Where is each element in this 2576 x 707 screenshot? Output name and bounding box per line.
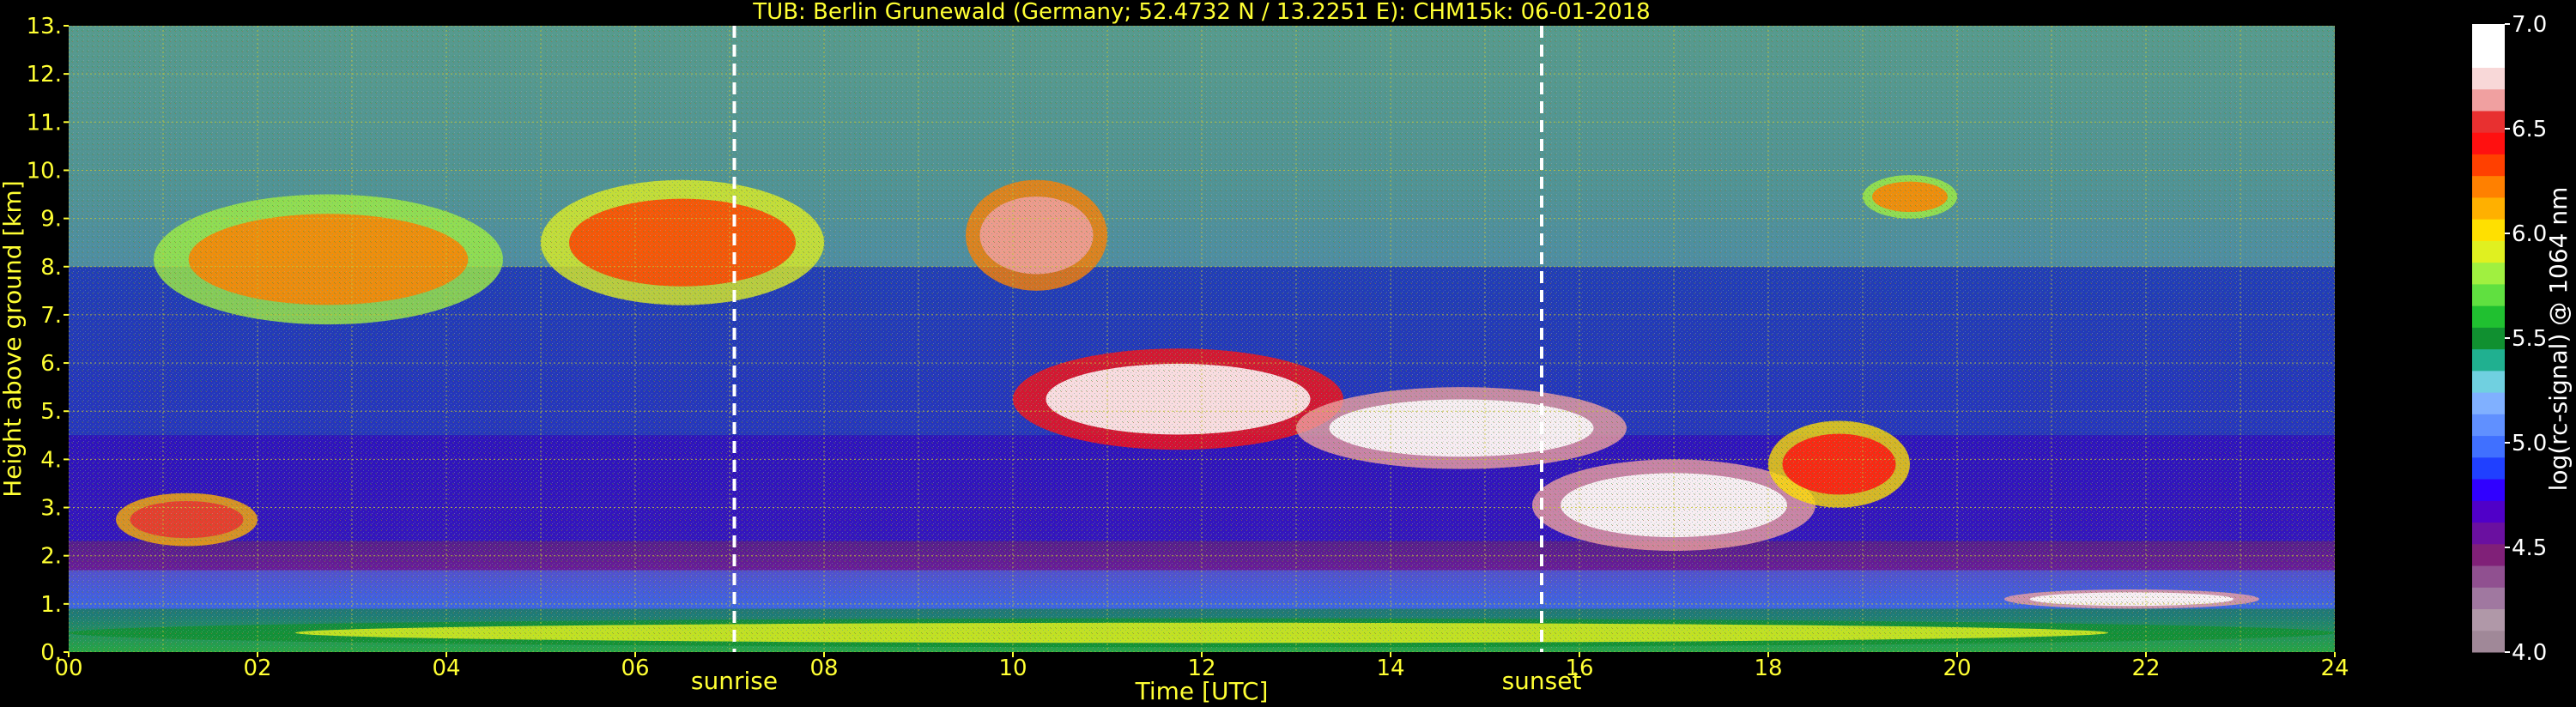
x-tick-label: 22 xyxy=(2131,656,2160,681)
colorbar-tick-label: 4.0 xyxy=(2512,640,2547,666)
colorbar-tick-label: 5.0 xyxy=(2512,431,2547,456)
colorbar-segment xyxy=(2472,370,2505,393)
colorbar-segment xyxy=(2472,154,2505,177)
colorbar-segment xyxy=(2472,500,2505,523)
y-tick-label: 9. xyxy=(40,207,62,233)
colorbar-tick-label: 6.0 xyxy=(2512,221,2547,247)
y-axis-label: Height above ground [km] xyxy=(0,180,27,498)
colorbar-segment xyxy=(2472,435,2505,458)
colorbar-segment xyxy=(2472,175,2505,198)
y-tick-label: 7. xyxy=(40,303,62,329)
sunset-label: sunset xyxy=(1502,667,1582,695)
colorbar-segment xyxy=(2472,262,2505,285)
colorbar-segment xyxy=(2472,587,2505,610)
colorbar-segment xyxy=(2472,88,2505,112)
colorbar-segment xyxy=(2472,132,2505,154)
colorbar-segment xyxy=(2472,414,2505,437)
colorbar-tick-label: 6.5 xyxy=(2512,117,2547,142)
colorbar xyxy=(2472,24,2505,653)
colorbar-tick-label: 7.0 xyxy=(2512,12,2547,38)
colorbar-segment xyxy=(2472,522,2505,545)
sunrise-label: sunrise xyxy=(691,667,778,695)
x-tick-label: 24 xyxy=(2320,656,2349,681)
colorbar-segment xyxy=(2472,219,2505,241)
colorbar-segment xyxy=(2472,456,2505,480)
y-tick-label: 3. xyxy=(40,496,62,522)
x-tick-label: 06 xyxy=(621,656,649,681)
colorbar-segment xyxy=(2472,67,2505,90)
x-axis-label: Time [UTC] xyxy=(1135,677,1269,705)
y-tick-label: 5. xyxy=(40,399,62,425)
colorbar-segment xyxy=(2472,565,2505,588)
y-tick-label: 4. xyxy=(40,447,62,473)
colorbar-segment xyxy=(2472,608,2505,631)
y-tick-label: 12. xyxy=(27,62,62,88)
y-axis-ticks: 0. 1. 2. 3. 4. 5. 6. 7. 8. 9. 10. 11. 12. 13. xyxy=(27,14,69,666)
x-tick-label: 14 xyxy=(1376,656,1404,681)
y-tick-label: 10. xyxy=(27,158,62,184)
colorbar-segment xyxy=(2472,305,2505,328)
x-tick-label: 20 xyxy=(1943,656,1971,681)
colorbar-segment xyxy=(2472,283,2505,306)
colorbar-segment xyxy=(2472,240,2505,263)
y-tick-label: 0. xyxy=(40,640,62,666)
colorbar-segment xyxy=(2472,24,2505,46)
y-tick-label: 6. xyxy=(40,351,62,377)
colorbar-segment xyxy=(2472,348,2505,372)
y-tick-label: 2. xyxy=(40,544,62,570)
ceilometer-chart: 00 02 04 06 08 10 12 14 16 18 20 22 24 0.1.2.3.4.5.6… xyxy=(0,0,2573,705)
x-tick-label: 02 xyxy=(243,656,271,681)
colorbar-label: log(rc-signal) @ 1064 nm xyxy=(2544,187,2573,492)
colorbar-segment xyxy=(2472,327,2505,350)
colorbar-segment xyxy=(2472,630,2505,653)
colorbar-segment xyxy=(2472,196,2505,220)
colorbar-segment xyxy=(2472,45,2505,68)
y-tick-label: 8. xyxy=(40,255,62,281)
x-tick-label: 04 xyxy=(432,656,460,681)
colorbar-tick-label: 4.5 xyxy=(2512,535,2547,561)
x-tick-label: 08 xyxy=(809,656,838,681)
colorbar-tick-label: 5.5 xyxy=(2512,326,2547,352)
colorbar-ticks: 4.0 4.5 5.0 5.5 6.0 6.5 7.0 xyxy=(2505,12,2547,666)
y-tick-label: 11. xyxy=(27,110,62,136)
plot-area xyxy=(69,26,2335,652)
y-tick-label: 13. xyxy=(27,14,62,39)
x-tick-label: 18 xyxy=(1754,656,1782,681)
colorbar-segment xyxy=(2472,110,2505,133)
y-tick-label: 1. xyxy=(40,592,62,618)
colorbar-segment xyxy=(2472,543,2505,566)
colorbar-segment xyxy=(2472,392,2505,414)
x-tick-label: 10 xyxy=(998,656,1027,681)
colorbar-segment xyxy=(2472,479,2505,501)
chart-title: TUB: Berlin Grunewald (Germany; 52.4732 … xyxy=(752,0,1650,25)
